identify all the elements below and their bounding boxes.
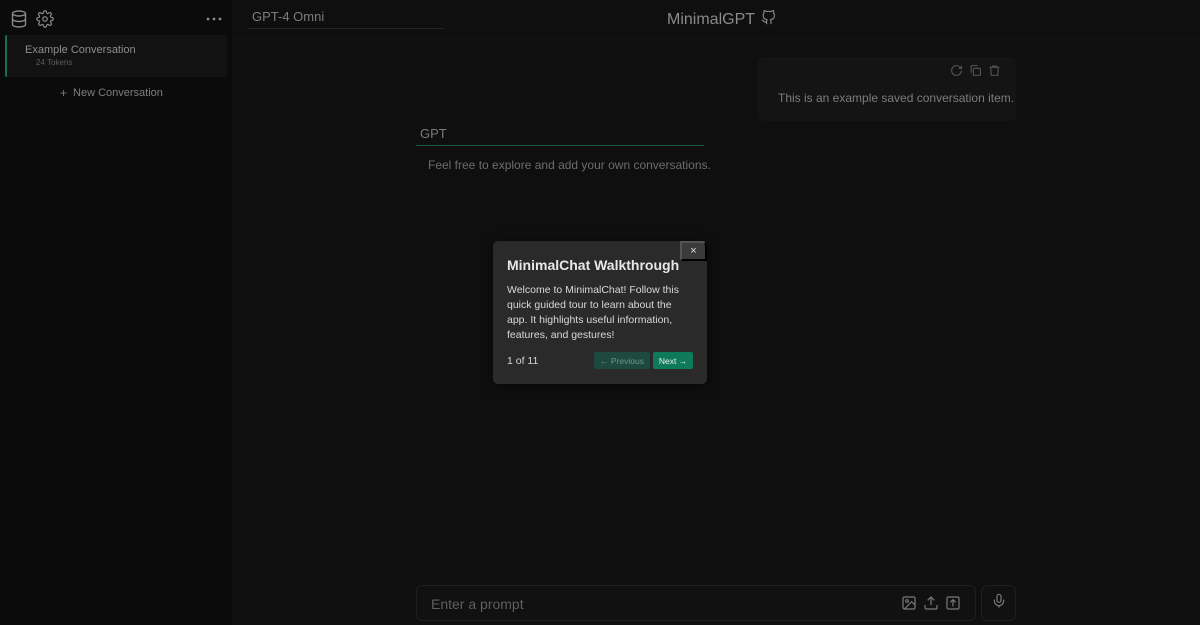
conversation-item[interactable]: Example Conversation 24 Tokens [5, 35, 227, 77]
prompt-actions [901, 594, 961, 612]
user-message-text: This is an example saved conversation it… [778, 91, 1015, 105]
header-divider [232, 38, 1200, 39]
microphone-icon [991, 592, 1007, 615]
walkthrough-description: Welcome to MinimalChat! Follow this quic… [507, 284, 679, 341]
message-actions [949, 63, 1002, 78]
walkthrough-popover: × MinimalChat Walkthrough Welcome to Min… [493, 241, 707, 384]
new-conversation-label: New Conversation [73, 87, 163, 99]
database-icon[interactable] [9, 9, 29, 29]
more-options-icon[interactable] [203, 9, 225, 29]
gear-icon[interactable] [35, 9, 55, 29]
user-message-bubble: This is an example saved conversation it… [758, 57, 1016, 121]
app-title-text: MinimalGPT [667, 11, 756, 28]
walkthrough-title: MinimalChat Walkthrough [507, 257, 680, 273]
send-icon[interactable] [945, 594, 961, 612]
prompt-bar [416, 585, 976, 621]
microphone-button[interactable] [981, 585, 1016, 621]
sidebar-toolbar [0, 0, 232, 38]
copy-icon[interactable] [968, 63, 983, 78]
previous-button[interactable]: ← Previous [594, 352, 650, 369]
sidebar: Example Conversation 24 Tokens + New Con… [0, 0, 232, 625]
conversation-title: Example Conversation [25, 44, 136, 56]
conversation-token-count: 24 Tokens [36, 58, 73, 67]
github-icon[interactable] [761, 10, 776, 30]
assistant-message-text: Feel free to explore and add your own co… [428, 158, 711, 172]
next-button[interactable]: Next → [653, 352, 693, 369]
model-select[interactable]: GPT-4 Omni [248, 7, 444, 29]
app-title: MinimalGPT [667, 10, 776, 30]
plus-icon: + [60, 86, 68, 100]
delete-icon[interactable] [987, 63, 1002, 78]
walkthrough-progress: 1 of 11 [507, 355, 539, 367]
file-upload-icon[interactable] [923, 594, 939, 612]
regenerate-icon[interactable] [949, 63, 964, 78]
image-upload-icon[interactable] [901, 594, 917, 612]
prompt-input[interactable] [431, 594, 871, 614]
assistant-label: GPT [416, 126, 704, 146]
new-conversation-button[interactable]: + New Conversation [60, 86, 163, 100]
close-button[interactable]: × [680, 241, 707, 261]
